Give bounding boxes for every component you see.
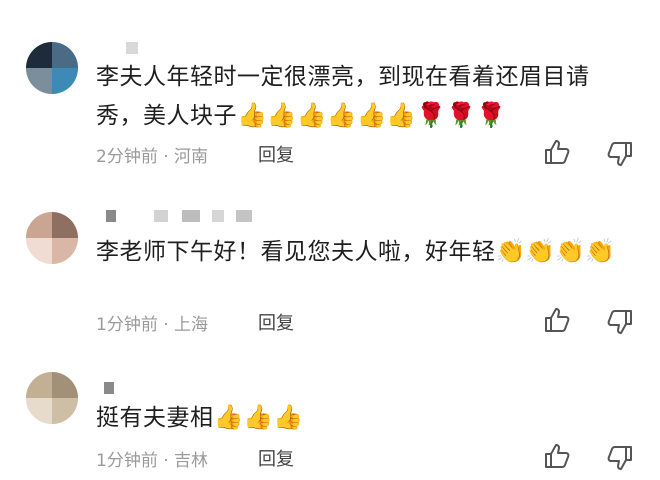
location: 吉林 <box>174 451 209 471</box>
thumbs-up-icon[interactable] <box>543 306 571 334</box>
comment-text: 挺有夫妻相👍👍👍 <box>96 398 616 437</box>
reply-button[interactable]: 回复 <box>258 141 294 167</box>
reply-button[interactable]: 回复 <box>258 309 294 335</box>
reply-button[interactable]: 回复 <box>258 445 294 471</box>
comment-meta: 2分钟前 · 河南 <box>96 142 208 167</box>
thumbs-up-icon[interactable] <box>543 138 571 166</box>
timestamp: 1分钟前 <box>96 315 158 335</box>
thumbs-down-icon[interactable] <box>606 140 634 168</box>
thumbs-down-icon[interactable] <box>606 308 634 336</box>
emoji-sequence: 👍👍👍👍👍👍🌹🌹🌹 <box>237 101 506 129</box>
meta-separator: · <box>163 451 169 471</box>
username[interactable] <box>96 42 256 56</box>
timestamp: 1分钟前 <box>96 451 158 471</box>
comment-body: 挺有夫妻相 <box>96 405 214 431</box>
timestamp: 2分钟前 <box>96 147 158 167</box>
comment-meta: 1分钟前 · 吉林 <box>96 446 208 471</box>
avatar[interactable] <box>26 372 78 424</box>
comment-body: 李老师下午好！看见您夫人啦，好年轻 <box>96 239 496 265</box>
avatar[interactable] <box>26 212 78 264</box>
location: 上海 <box>174 315 209 335</box>
username[interactable] <box>96 382 256 396</box>
emoji-sequence: 👏👏👏👏 <box>495 237 616 265</box>
thumbs-up-icon[interactable] <box>543 442 571 470</box>
username[interactable] <box>96 210 256 224</box>
emoji-sequence: 👍👍👍 <box>213 403 304 431</box>
comment-text: 李老师下午好！看见您夫人啦，好年轻👏👏👏👏 <box>96 232 616 271</box>
location: 河南 <box>174 147 209 167</box>
comment-text: 李夫人年轻时一定很漂亮，到现在看着还眉目请秀，美人块子👍👍👍👍👍👍🌹🌹🌹 <box>96 58 616 135</box>
thumbs-down-icon[interactable] <box>606 444 634 472</box>
avatar[interactable] <box>26 42 78 94</box>
meta-separator: · <box>163 147 169 167</box>
meta-separator: · <box>163 315 169 335</box>
comment-meta: 1分钟前 · 上海 <box>96 310 208 335</box>
